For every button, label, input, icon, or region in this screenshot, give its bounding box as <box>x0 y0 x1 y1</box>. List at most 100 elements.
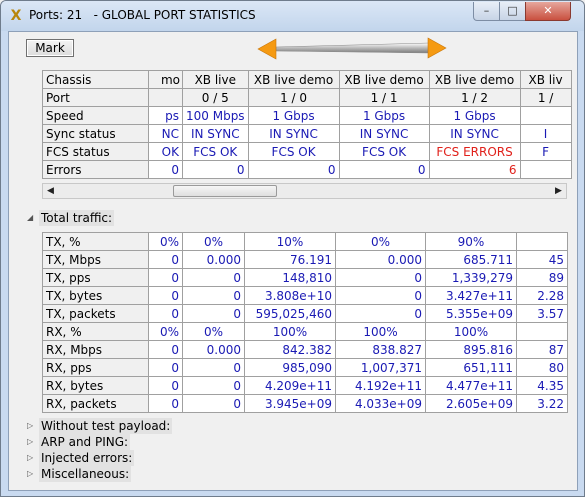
maximize-button[interactable]: □ <box>499 2 526 21</box>
value-cell: 842.382 <box>244 340 336 359</box>
value-cell: 100% <box>244 322 336 341</box>
port-cell <box>148 88 183 107</box>
sync-cell: I <box>519 124 572 143</box>
scroll-left-arrow-icon[interactable]: ◀ <box>43 184 58 198</box>
value-cell: 985,090 <box>244 358 336 377</box>
value-cell: 0 <box>148 286 183 305</box>
value-cell: 3.945e+09 <box>244 394 336 413</box>
speed-cell: 1 Gbps <box>247 106 340 125</box>
chassis-header: XB live demo <box>338 70 430 89</box>
minimize-button[interactable]: – <box>473 2 500 21</box>
app-window: X Ports: 21 - GLOBAL PORT STATISTICS – □… <box>0 0 585 497</box>
value-cell: 0 <box>335 304 426 323</box>
close-button[interactable]: ✕ <box>525 2 571 21</box>
port-cell: 1 / <box>519 88 572 107</box>
value-cell: 651,111 <box>425 358 517 377</box>
mark-button[interactable]: Mark <box>26 39 74 57</box>
port-cell: 1 / 0 <box>247 88 340 107</box>
section-arp-and-ping[interactable]: ▷ ARP and PING: <box>27 434 131 450</box>
value-cell: 0 <box>335 268 426 287</box>
value-cell: 45 <box>516 250 568 269</box>
value-cell: 595,025,460 <box>244 304 336 323</box>
table-row: RX, bytes 0 0 4.209e+11 4.192e+11 4.477e+11 4.… <box>42 376 568 395</box>
collapsed-triangle-icon[interactable]: ▷ <box>27 418 39 434</box>
value-cell: 0% <box>148 322 183 341</box>
sync-cell: IN SYNC <box>247 124 340 143</box>
row-label: RX, packets <box>42 394 149 413</box>
value-cell: 2.605e+09 <box>425 394 517 413</box>
row-label: Speed <box>42 106 149 125</box>
row-label: TX, pps <box>42 268 149 287</box>
chassis-header: XB liv <box>519 70 572 89</box>
value-cell: 100% <box>425 322 517 341</box>
row-label: TX, % <box>42 232 149 251</box>
table-row: RX, Mbps 0 0.000 842.382 838.827 895.816 87 <box>42 340 568 359</box>
value-cell: 0 <box>148 340 183 359</box>
row-label: Errors <box>42 160 149 179</box>
fcs-cell: F <box>519 142 572 161</box>
value-cell: 80 <box>516 358 568 377</box>
table-row: TX, pps 0 0 148,810 0 1,339,279 89 <box>42 268 568 287</box>
value-cell: 0 <box>148 250 183 269</box>
section-label: ARP and PING: <box>39 434 131 450</box>
value-cell: 4.35 <box>516 376 568 395</box>
value-cell: 0 <box>182 358 245 377</box>
value-cell: 148,810 <box>244 268 336 287</box>
app-icon: X <box>10 8 22 24</box>
fcs-cell: FCS OK <box>182 142 249 161</box>
collapsed-triangle-icon[interactable]: ▷ <box>27 466 39 482</box>
value-cell: 4.033e+09 <box>335 394 426 413</box>
value-cell: 0.000 <box>182 340 245 359</box>
value-cell <box>516 232 568 251</box>
value-cell: 0% <box>148 232 183 251</box>
section-total-traffic[interactable]: ◢ Total traffic: <box>27 210 115 226</box>
row-label: TX, Mbps <box>42 250 149 269</box>
row-label: RX, % <box>42 322 149 341</box>
section-label: Without test payload: <box>39 418 173 434</box>
value-cell: 87 <box>516 340 568 359</box>
row-label: TX, bytes <box>42 286 149 305</box>
value-cell: 3.22 <box>516 394 568 413</box>
value-cell: 4.477e+11 <box>425 376 517 395</box>
section-without-test-payload[interactable]: ▷ Without test payload: <box>27 418 173 434</box>
value-cell: 0 <box>182 376 245 395</box>
value-cell: 4.192e+11 <box>335 376 426 395</box>
table-row: FCS status OK FCS OK FCS OK FCS OK FCS ERRORS… <box>42 142 572 161</box>
speed-cell <box>519 106 572 125</box>
horizontal-scrollbar[interactable]: ◀ ▶ <box>42 183 567 199</box>
speed-cell: 1 Gbps <box>428 106 521 125</box>
value-cell: 0 <box>148 394 183 413</box>
scroll-thumb[interactable] <box>173 185 277 197</box>
value-cell <box>516 322 568 341</box>
speed-cell: 100 Mbps <box>182 106 249 125</box>
value-cell: 89 <box>516 268 568 287</box>
errors-cell: 0 <box>182 160 249 179</box>
scroll-right-arrow-icon[interactable]: ▶ <box>551 184 566 198</box>
section-label: Miscellaneous: <box>39 466 132 482</box>
window-title: Ports: 21 - GLOBAL PORT STATISTICS <box>29 8 256 22</box>
value-cell: 0% <box>335 232 426 251</box>
collapsed-triangle-icon[interactable]: ▷ <box>27 450 39 466</box>
chassis-header: XB live demo <box>428 70 521 89</box>
value-cell: 10% <box>244 232 336 251</box>
value-cell: 0 <box>182 394 245 413</box>
value-cell: 0 <box>335 286 426 305</box>
errors-cell: 6 <box>428 160 521 179</box>
port-cell: 0 / 5 <box>182 88 249 107</box>
value-cell: 3.808e+10 <box>244 286 336 305</box>
value-cell: 100% <box>335 322 426 341</box>
expanded-triangle-icon[interactable]: ◢ <box>27 210 39 226</box>
section-label: Total traffic: <box>39 210 115 226</box>
title-bar[interactable]: X Ports: 21 - GLOBAL PORT STATISTICS – □… <box>1 1 584 31</box>
section-label: Injected errors: <box>39 450 135 466</box>
section-miscellaneous[interactable]: ▷ Miscellaneous: <box>27 466 132 482</box>
sync-cell: NC <box>148 124 183 143</box>
value-cell: 0 <box>182 286 245 305</box>
table-row: Port 0 / 51 / 01 / 11 / 21 / <box>42 88 572 107</box>
section-injected-errors[interactable]: ▷ Injected errors: <box>27 450 135 466</box>
value-cell: 1,339,279 <box>425 268 517 287</box>
sync-cell: IN SYNC <box>182 124 249 143</box>
value-cell: 90% <box>425 232 517 251</box>
client-area: Mark Chassis mo XB live XB live demo XB live… <box>8 31 578 491</box>
collapsed-triangle-icon[interactable]: ▷ <box>27 434 39 450</box>
